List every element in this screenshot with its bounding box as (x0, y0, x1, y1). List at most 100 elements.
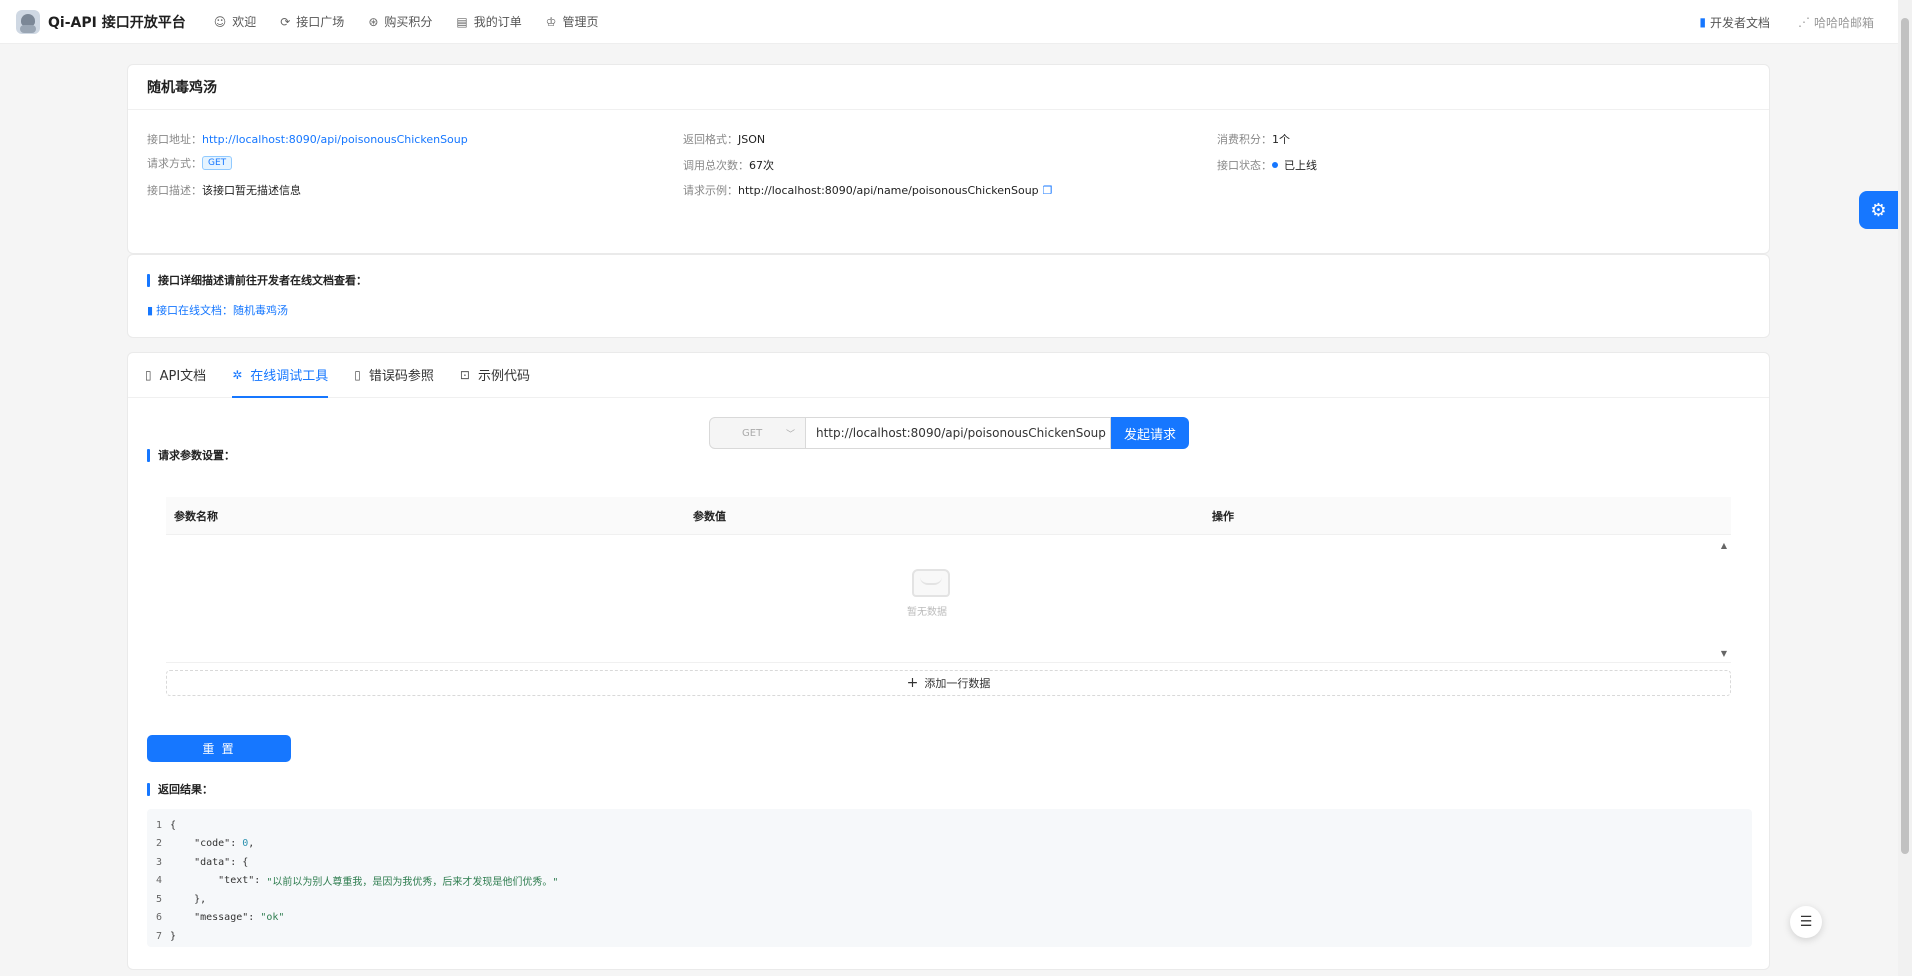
float-menu-button[interactable]: ☰ (1790, 906, 1822, 938)
tab-1[interactable]: ✲ 在线调试工具 (232, 352, 329, 398)
loading-icon: ⋰ (1797, 15, 1810, 29)
send-request-button[interactable]: 发起请求 (1111, 417, 1189, 449)
nav-label: 购买积分 (384, 15, 433, 29)
add-row-label: 添加一行数据 (924, 677, 991, 690)
scrollbar-thumb[interactable] (1901, 18, 1909, 854)
status-value: 已上线 (1284, 159, 1317, 172)
table-body: ▲ 暂无数据 ▼ (166, 535, 1731, 663)
return-format-row: 返回格式： JSON (683, 131, 765, 147)
nav-item-4[interactable]: ♔ 管理页 (534, 13, 611, 30)
tab-3[interactable]: ⊡ 示例代码 (460, 352, 530, 397)
header-right: ▮ 开发者文档 ⋰ 哈哈哈邮箱 (1671, 0, 1874, 44)
api-icon: ⟳ (280, 14, 291, 29)
desc-value: 该接口暂无描述信息 (202, 184, 301, 197)
code-token: "message": (170, 912, 261, 924)
crown-icon: ♔ (545, 14, 557, 29)
column-actions: 操作 (1212, 509, 1234, 523)
code-token: { (170, 819, 177, 831)
logo-image (16, 9, 40, 34)
line-number: 5 (156, 893, 163, 905)
desc-label: 接口描述： (147, 184, 202, 197)
code-token: , (248, 838, 255, 850)
params-section-title: 请求参数设置： (147, 447, 235, 463)
error-file-icon: ▯ (354, 367, 361, 382)
main-nav: ☺ 欢迎 ⟳ 接口广场 ⊛ 购买积分 ▤ 我的订单 ♔ 管理页 (202, 13, 611, 30)
cost-label: 消费积分： (1217, 133, 1272, 146)
section-bar (147, 782, 150, 796)
line-number: 1 (156, 819, 163, 831)
empty-inbox-icon (912, 569, 950, 597)
code-line: 7} (147, 927, 1752, 946)
add-row-button[interactable]: + 添加一行数据 (166, 670, 1731, 696)
result-code-block: 1{2 "code": 0,3 "data": {4 "text": "以前以为… (147, 809, 1752, 947)
example-value: http://localhost:8090/api/name/poisonous… (738, 183, 1039, 197)
empty-state: 暂无数据 (906, 569, 956, 618)
developer-docs-link[interactable]: ▮ 开发者文档 (1699, 14, 1770, 31)
nav-label: 管理页 (562, 15, 599, 29)
doc-card: 接口详细描述请前往开发者在线文档查看： ▮ 接口在线文档：随机毒鸡汤 (127, 254, 1770, 338)
params-title: 请求参数设置： (158, 449, 235, 462)
nav-item-3[interactable]: ▤ 我的订单 (444, 13, 533, 30)
total-calls-row: 调用总次数： 67次 (683, 157, 774, 173)
user-menu[interactable]: ⋰ 哈哈哈邮箱 (1798, 14, 1874, 31)
calls-label: 调用总次数： (683, 159, 749, 172)
line-number: 6 (156, 912, 163, 924)
column-param-value: 参数值 (693, 509, 726, 523)
request-example-row: 请求示例： http://localhost:8090/api/name/poi… (683, 182, 1053, 198)
request-bar: GET ﹀ http://localhost:8090/api/poisonou… (709, 417, 1189, 449)
code-token: }, (170, 893, 207, 905)
logo[interactable]: Qi-API 接口开放平台 (16, 9, 186, 34)
tab-label: 在线调试工具 (250, 369, 329, 384)
nav-item-2[interactable]: ⊛ 购买积分 (356, 13, 444, 30)
top-navigation-bar: Qi-API 接口开放平台 ☺ 欢迎 ⟳ 接口广场 ⊛ 购买积分 ▤ 我的订单 ♔ 管理页 ▮ 开… (0, 0, 1898, 44)
method-tag: GET (202, 156, 233, 170)
method-label: 请求方式： (147, 157, 202, 170)
scroll-down-icon[interactable]: ▼ (1721, 649, 1727, 658)
section-bar (147, 448, 150, 462)
list-icon: ☰ (1799, 914, 1813, 930)
bug-icon: ✲ (232, 367, 243, 382)
section-bar (147, 273, 150, 287)
address-value[interactable]: http://localhost:8090/api/poisonousChick… (202, 133, 468, 146)
doc-section-text: 接口详细描述请前往开发者在线文档查看： (158, 274, 367, 287)
example-label: 请求示例： (683, 184, 738, 197)
book-icon: ▮ (147, 303, 154, 317)
code-token: "以前以为别人尊重我，是因为我优秀，后来才发现是他们优秀。" (266, 877, 559, 889)
code-line: 3 "data": { (147, 853, 1752, 872)
empty-text: 暂无数据 (907, 607, 947, 618)
method-select[interactable]: GET ﹀ (709, 417, 806, 449)
address-label: 接口地址： (147, 133, 202, 146)
table-header: 参数名称 参数值 操作 (166, 497, 1731, 535)
nav-item-1[interactable]: ⟳ 接口广场 (268, 13, 356, 30)
column-param-name: 参数名称 (174, 509, 218, 523)
tab-2[interactable]: ▯ 错误码参照 (354, 352, 434, 397)
format-value: JSON (738, 132, 766, 146)
tab-0[interactable]: ▯ API文档 (145, 352, 206, 397)
url-input[interactable]: http://localhost:8090/api/poisonousChick… (806, 417, 1111, 449)
tab-label: 错误码参照 (368, 369, 434, 384)
result-title: 返回结果： (158, 783, 213, 796)
nav-item-0[interactable]: ☺ 欢迎 (202, 13, 269, 30)
code-line: 4 "text": "以前以为别人尊重我，是因为我优秀，后来才发现是他们优秀。" (147, 872, 1752, 891)
online-doc-link[interactable]: ▮ 接口在线文档：随机毒鸡汤 (147, 302, 288, 318)
reset-button[interactable]: 重 置 (147, 735, 291, 762)
debug-tool-card: ▯ API文档 ✲ 在线调试工具 ▯ 错误码参照 ⊡ 示例代码 GET ﹀ http://lo… (127, 352, 1770, 970)
coin-icon: ⊛ (368, 14, 379, 29)
code-token: } (170, 930, 177, 942)
settings-button[interactable]: ⚙ (1859, 191, 1898, 229)
api-title: 随机毒鸡汤 (128, 65, 1769, 110)
code-line: 1{ (147, 816, 1752, 835)
page-scrollbar[interactable] (1898, 0, 1912, 976)
smile-icon: ☺ (213, 14, 227, 29)
api-info-card: 随机毒鸡汤 接口地址： http://localhost:8090/api/po… (127, 64, 1770, 254)
code-line: 6 "message": "ok" (147, 909, 1752, 928)
copy-icon[interactable]: ❐ (1043, 184, 1053, 197)
line-number: 7 (156, 930, 163, 942)
plus-icon: + (906, 675, 919, 691)
format-label: 返回格式： (683, 133, 738, 146)
book-icon: ▮ (1699, 15, 1706, 29)
status-row: 接口状态： 已上线 (1217, 157, 1317, 173)
code-line: 2 "code": 0, (147, 835, 1752, 854)
doc-section-title: 接口详细描述请前往开发者在线文档查看： (147, 272, 367, 288)
scroll-up-icon[interactable]: ▲ (1721, 541, 1727, 550)
